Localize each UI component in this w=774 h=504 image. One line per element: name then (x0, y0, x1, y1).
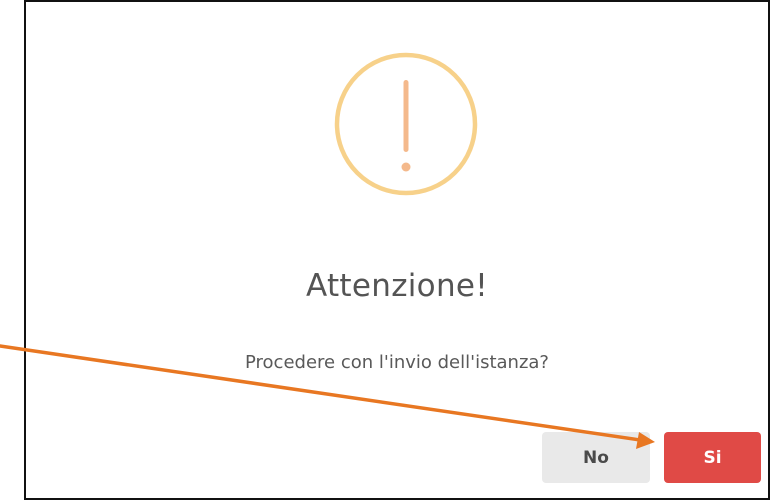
confirm-button[interactable]: Si (664, 432, 761, 483)
dialog-message: Procedere con l'invio dell'istanza? (245, 352, 549, 373)
screenshot-stage: Attenzione! Procedere con l'invio dell'i… (0, 0, 774, 504)
exclamation-circle-icon (334, 52, 478, 196)
cancel-button[interactable]: No (542, 432, 650, 483)
dialog-title: Attenzione! (306, 268, 488, 304)
